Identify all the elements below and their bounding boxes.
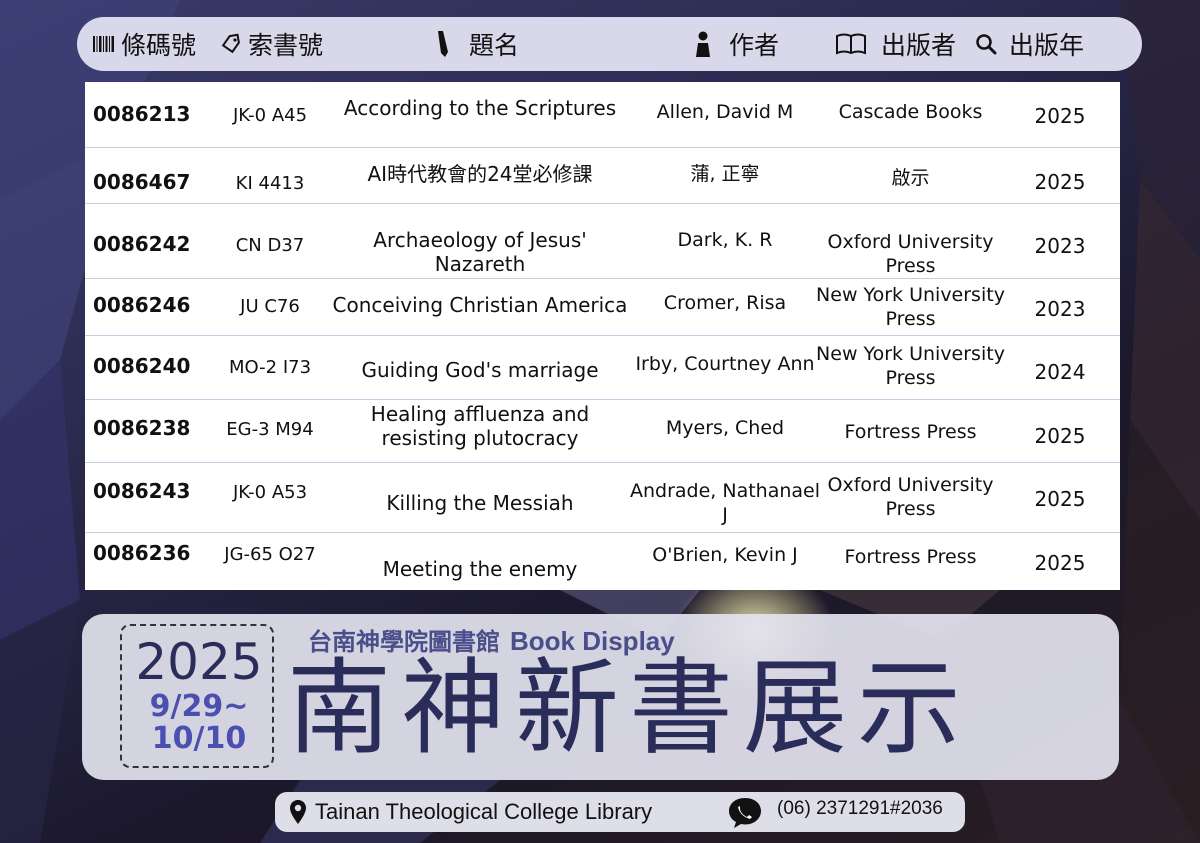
cell-title: Killing the Messiah	[386, 491, 574, 515]
table-row: 0086243 JK-0 A53 Killing the Messiah Andrad…	[85, 463, 1120, 533]
cell-author: Andrade, Nathanael J	[629, 480, 821, 526]
cell-author: Allen, David M	[656, 101, 794, 123]
cell-author: Myers, Ched	[665, 417, 785, 439]
cell-publisher: Oxford University Press	[827, 231, 994, 277]
header-publisher-label: 出版者	[881, 31, 957, 60]
banner-date-start: 9/29~	[149, 689, 249, 724]
tag-icon	[221, 33, 240, 54]
location-pin-icon	[290, 800, 306, 824]
cell-barcode: 0086240	[93, 354, 191, 378]
cell-year: 2025	[1034, 424, 1086, 448]
header-title: 題名	[433, 17, 519, 71]
cell-publisher: New York University Press	[816, 343, 1005, 389]
cell-barcode: 0086236	[93, 541, 191, 565]
header-call-no-label: 索書號	[248, 31, 324, 60]
cell-year: 2025	[1034, 170, 1086, 194]
header-author: 作者	[693, 17, 779, 71]
header-year-label: 出版年	[1009, 31, 1085, 60]
cell-year: 2023	[1034, 234, 1086, 258]
cell-author: Dark, K. R	[677, 229, 773, 251]
chat-phone-icon	[729, 798, 761, 828]
cell-barcode: 0086467	[93, 170, 191, 194]
cell-barcode: 0086213	[93, 102, 191, 126]
footer-phone: (06) 2371291#2036	[777, 798, 943, 819]
banner-year: 2025	[135, 633, 263, 691]
cell-publisher: 啟示	[891, 167, 930, 189]
cell-barcode: 0086243	[93, 479, 191, 503]
cell-title: Meeting the enemy	[382, 557, 578, 581]
header-year: 出版年	[975, 17, 1084, 71]
magnifier-icon	[976, 34, 997, 55]
cell-author: Irby, Courtney Ann	[635, 353, 815, 375]
open-book-icon	[836, 33, 866, 55]
banner-main-title: 南神新書展示	[287, 647, 972, 769]
date-box: 2025 9/29~ 10/10	[120, 624, 274, 768]
table-header: 條碼號 索書號 題名 作者 出版者 出版年	[77, 17, 1142, 71]
table-row: 0086467 KI 4413 AI時代教會的24堂必修課 蒲, 正寧 啟示 2025	[85, 148, 1120, 204]
cell-publisher: Fortress Press	[844, 546, 977, 568]
cell-title: Healing affluenza and resisting plutocrac…	[370, 402, 590, 450]
table-row: 0086213 JK-0 A45 According to the Scriptur…	[85, 82, 1120, 148]
cell-title: Conceiving Christian America	[332, 293, 628, 317]
barcode-icon	[93, 36, 114, 52]
table-row: 0086240 MO-2 I73 Guiding God's marriage Irb…	[85, 336, 1120, 400]
header-publisher: 出版者	[835, 17, 956, 71]
header-title-label: 題名	[469, 31, 520, 60]
cell-author: 蒲, 正寧	[690, 163, 760, 185]
table-row: 0086246 JU C76 Conceiving Christian Americ…	[85, 279, 1120, 336]
cell-title: According to the Scriptures	[343, 96, 617, 120]
cell-barcode: 0086242	[93, 232, 191, 256]
cell-year: 2025	[1034, 551, 1086, 575]
pen-icon	[438, 31, 448, 57]
header-barcode-label: 條碼號	[121, 31, 197, 60]
book-table: 0086213 JK-0 A45 According to the Scriptur…	[85, 82, 1120, 590]
table-row: 0086242 CN D37 Archaeology of Jesus' Nazar…	[85, 204, 1120, 279]
cell-barcode: 0086246	[93, 293, 191, 317]
cell-year: 2025	[1034, 104, 1086, 128]
cell-year: 2023	[1034, 297, 1086, 321]
cell-year: 2025	[1034, 487, 1086, 511]
banner-date-end: 10/10	[151, 721, 247, 756]
header-barcode: 條碼號	[93, 17, 196, 71]
contact-footer: Tainan Theological College Library (06) …	[275, 792, 965, 832]
cell-publisher: Oxford University Press	[827, 474, 994, 520]
cell-publisher: Fortress Press	[844, 421, 977, 443]
header-author-label: 作者	[729, 31, 780, 60]
table-row: 0086236 JG-65 O27 Meeting the enemy O'Brien…	[85, 533, 1120, 590]
cell-title: Guiding God's marriage	[361, 358, 599, 382]
person-icon	[696, 31, 710, 57]
cell-barcode: 0086238	[93, 416, 191, 440]
cell-year: 2024	[1034, 360, 1086, 384]
table-row: 0086238 EG-3 M94 Healing affluenza and resi…	[85, 400, 1120, 463]
display-banner: 2025 9/29~ 10/10 台南神學院圖書館 Book Display 南神…	[82, 614, 1119, 780]
cell-author: O'Brien, Kevin J	[652, 544, 798, 566]
header-call-no: 索書號	[220, 17, 323, 71]
cell-publisher: New York University Press	[816, 284, 1005, 330]
cell-title: AI時代教會的24堂必修課	[367, 162, 593, 186]
cell-title: Archaeology of Jesus' Nazareth	[373, 228, 587, 276]
cell-author: Cromer, Risa	[663, 292, 787, 314]
footer-library-name: Tainan Theological College Library	[315, 799, 653, 824]
cell-publisher: Cascade Books	[838, 101, 983, 123]
